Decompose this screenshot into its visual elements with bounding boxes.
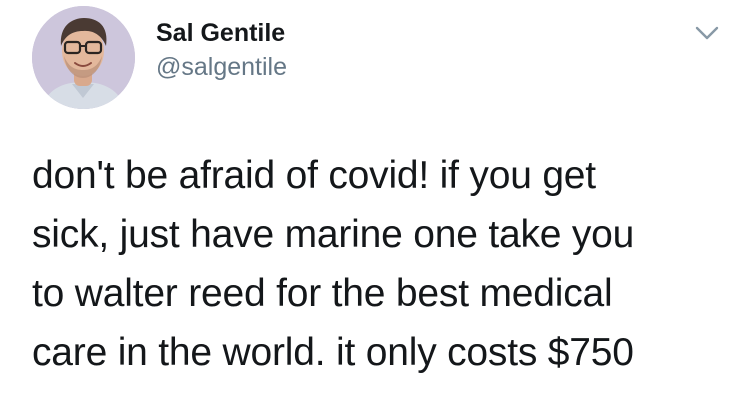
handle[interactable]: @salgentile: [156, 50, 287, 84]
avatar[interactable]: [32, 6, 135, 109]
more-options-button[interactable]: [694, 24, 720, 42]
chevron-down-icon: [695, 26, 719, 40]
tweet-text-line: don't be afraid of covid! if you get: [32, 154, 596, 197]
tweet-text-line: to walter reed for the best medical: [32, 272, 613, 315]
avatar-photo: [32, 6, 135, 109]
tweet-text-line: care in the world. it only costs $750: [32, 331, 634, 374]
tweet-text-line: sick, just have marine one take you: [32, 213, 635, 256]
author-info[interactable]: Sal Gentile @salgentile: [156, 16, 287, 84]
tweet-text: don't be afraid of covid! if you get sic…: [32, 146, 732, 382]
tweet-header: Sal Gentile @salgentile: [32, 6, 732, 109]
display-name[interactable]: Sal Gentile: [156, 16, 287, 50]
